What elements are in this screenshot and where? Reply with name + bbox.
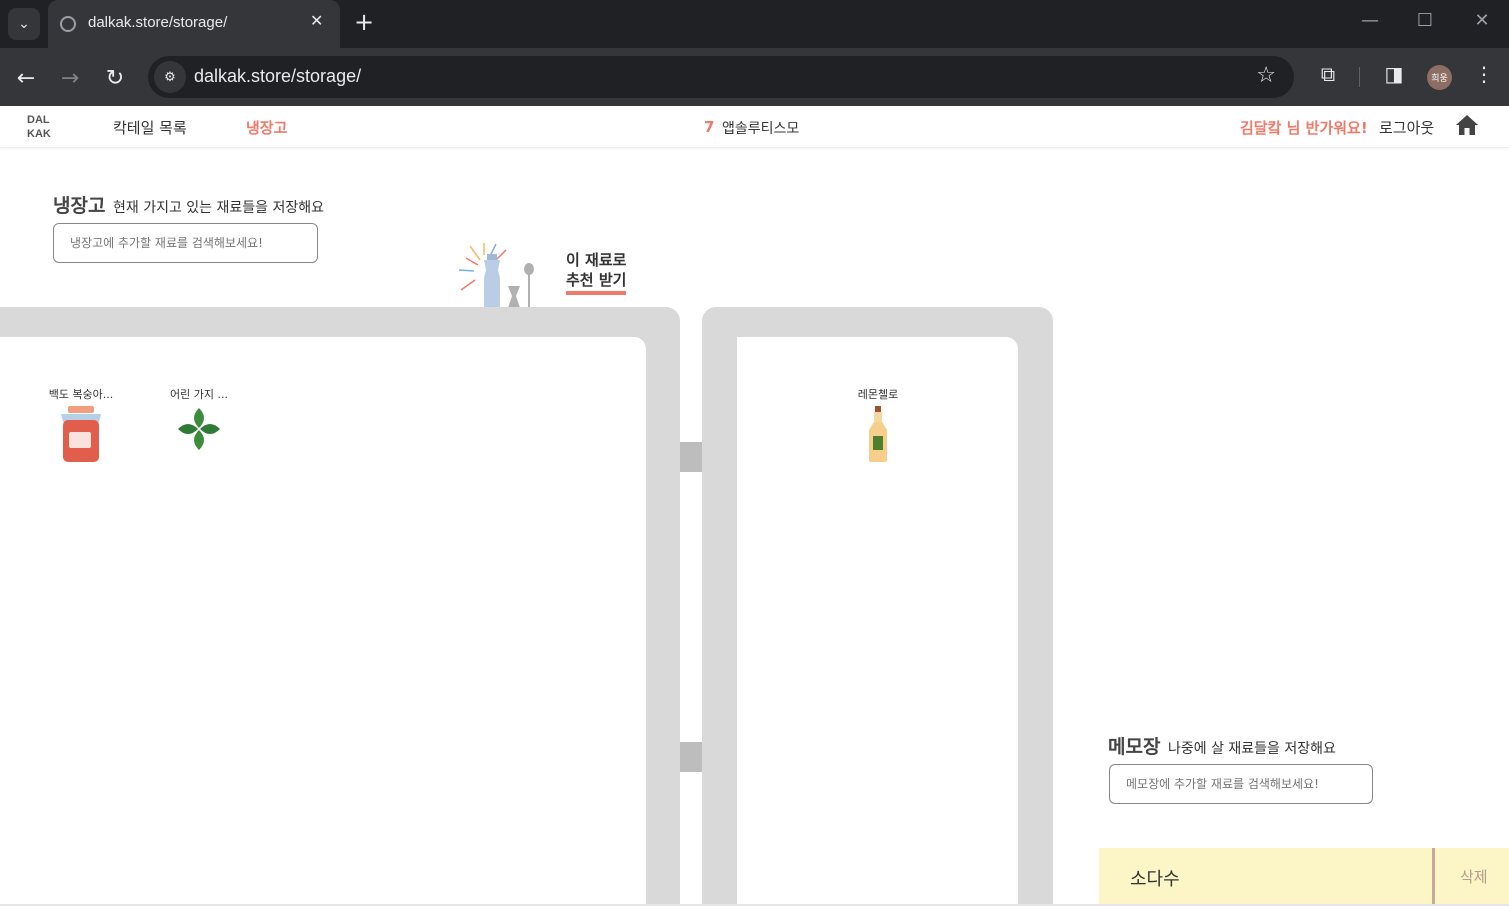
reload-icon[interactable]: ↻: [100, 64, 130, 94]
fridge-item-label: 어린 가지 ...: [170, 388, 228, 401]
memo-search-input[interactable]: [1109, 764, 1373, 804]
fridge-item-label: 레몬첼로: [857, 388, 899, 401]
basil-leaf-icon: [176, 408, 222, 456]
close-tab-icon[interactable]: ✕: [310, 11, 323, 30]
recommend-line2: 추천 받기: [566, 271, 627, 289]
rank-number: 7: [704, 118, 715, 136]
bookmark-star-icon[interactable]: ☆: [1256, 63, 1276, 88]
nav-cocktail-list[interactable]: 칵테일 목록: [113, 117, 187, 138]
back-icon[interactable]: ←: [11, 64, 41, 94]
logo-line1: DAL: [27, 114, 50, 126]
memo-item: 소다수 삭제: [1099, 848, 1509, 906]
bottle-icon: [867, 406, 889, 466]
memo-delete-button[interactable]: 삭제: [1460, 866, 1488, 887]
cocktail-tools-icon[interactable]: [456, 240, 542, 312]
profile-avatar[interactable]: 희웅: [1427, 65, 1452, 90]
browser-menu-icon[interactable]: ⋮: [1469, 62, 1499, 86]
site-settings-icon[interactable]: ⚙: [154, 61, 186, 93]
recommend-line1: 이 재료로: [566, 251, 627, 269]
welcome-text: 김달캌 님 반가워요!: [1240, 119, 1368, 137]
fridge-item-label: 백도 복숭아...: [48, 388, 114, 401]
toolbar-divider: [1359, 67, 1360, 87]
tab-title: dalkak.store/storage/: [88, 14, 228, 31]
fridge-subtitle: 현재 가지고 있는 재료들을 저장해요: [113, 200, 324, 216]
address-bar[interactable]: ⚙ dalkak.store/storage/ ☆: [148, 56, 1294, 98]
tab-search-dropdown-icon[interactable]: ⌄: [8, 8, 40, 40]
maximize-icon[interactable]: ☐: [1410, 10, 1440, 31]
minimize-icon[interactable]: —: [1355, 10, 1385, 31]
forward-icon[interactable]: →: [55, 64, 85, 94]
fridge-hinge-top: [680, 442, 702, 472]
site-header: DAL KAK 칵테일 목록 냉장고 7 앱솔루티스모 김달캌 님 반가워요! …: [0, 106, 1509, 148]
side-panel-icon[interactable]: ◨: [1379, 62, 1409, 86]
extensions-icon[interactable]: ⧉: [1313, 62, 1343, 86]
fridge-item[interactable]: 레몬첼로: [838, 386, 918, 466]
browser-tab[interactable]: dalkak.store/storage/ ✕: [48, 0, 340, 48]
fridge-search-input[interactable]: [53, 223, 318, 263]
recommend-underline: [566, 291, 626, 295]
browser-tab-bar: ⌄ dalkak.store/storage/ ✕ + — ☐ ✕: [0, 0, 1509, 48]
fridge-item[interactable]: 백도 복숭아...: [41, 386, 121, 466]
memo-item-label: 소다수: [1130, 869, 1180, 890]
new-tab-icon[interactable]: +: [352, 8, 376, 36]
fridge-item[interactable]: 어린 가지 ...: [159, 386, 239, 456]
memo-item-divider: [1432, 848, 1435, 906]
rank-name: 앱솔루티스모: [722, 121, 800, 137]
memo-title: 메모장: [1108, 736, 1161, 758]
logout-button[interactable]: 로그아웃: [1379, 117, 1434, 138]
jam-jar-icon: [59, 406, 103, 466]
fridge-hinge-bottom: [680, 742, 702, 772]
logo-line2: KAK: [27, 128, 51, 140]
nav-fridge[interactable]: 냉장고: [246, 117, 287, 138]
recommend-button[interactable]: 이 재료로 추천 받기: [566, 250, 626, 290]
url-text: dalkak.store/storage/: [194, 66, 362, 86]
site-logo[interactable]: DAL KAK: [27, 113, 51, 141]
memo-subtitle: 나중에 살 재료들을 저장해요: [1168, 741, 1336, 757]
globe-icon: [60, 16, 76, 32]
home-icon[interactable]: [1455, 114, 1479, 140]
close-window-icon[interactable]: ✕: [1467, 10, 1497, 31]
fridge-title: 냉장고: [53, 195, 106, 217]
